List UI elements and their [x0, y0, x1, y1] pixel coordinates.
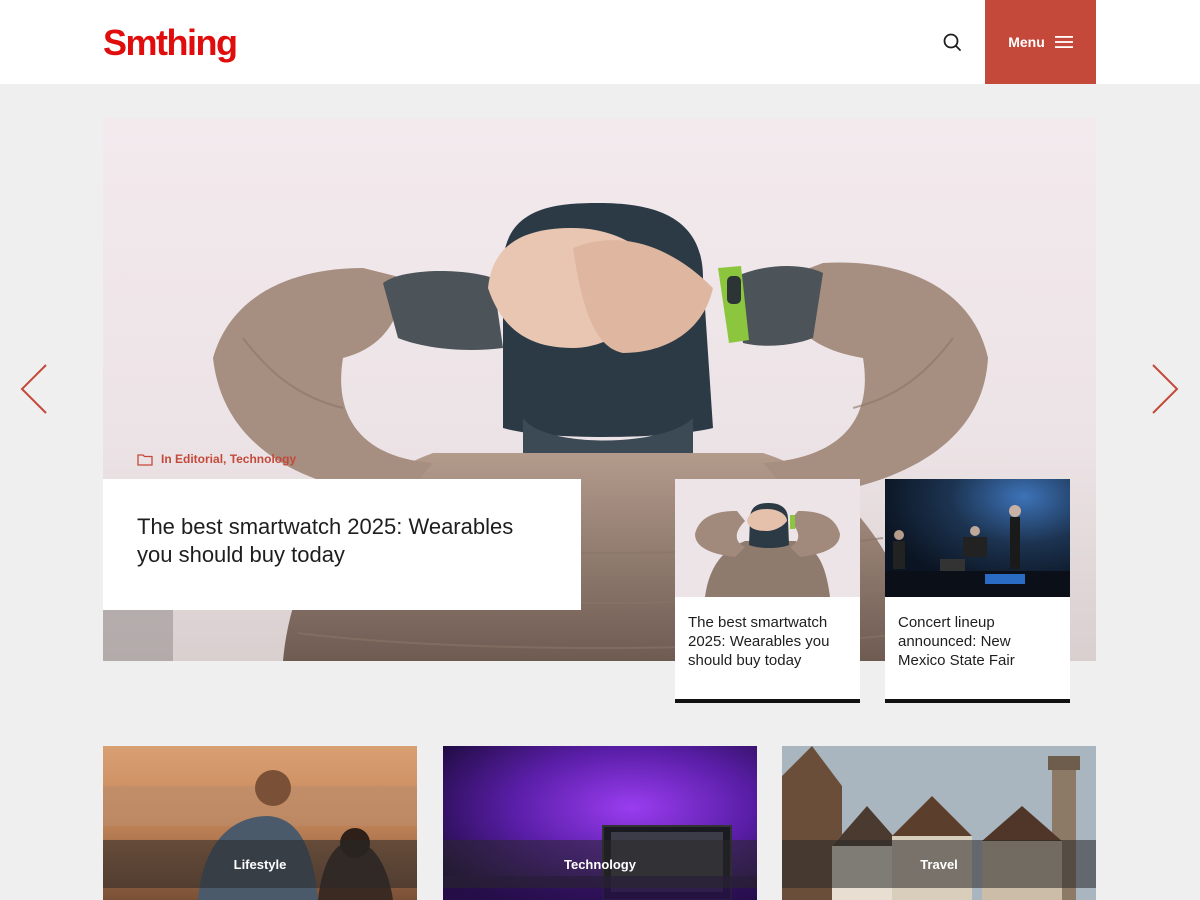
category-tile-travel[interactable]: Travel: [782, 746, 1096, 900]
featured-post-card[interactable]: The best smartwatch 2025: Wearables you …: [103, 479, 581, 610]
slider-prev-button[interactable]: [17, 360, 51, 418]
categories-links[interactable]: Editorial, Technology: [175, 452, 296, 466]
tile-label: Lifestyle: [103, 840, 417, 888]
menu-label: Menu: [1008, 34, 1045, 50]
search-icon: [943, 33, 961, 51]
slider-next-button[interactable]: [1148, 360, 1182, 418]
featured-post-title[interactable]: The best smartwatch 2025: Wearables you …: [137, 513, 547, 569]
slider-thumb-title[interactable]: The best smartwatch 2025: Wearables you …: [675, 597, 860, 670]
slider-thumb-image: [675, 479, 860, 597]
slider-thumb-image: [885, 479, 1070, 597]
categories-prefix: In: [161, 452, 172, 466]
slider-thumb-title[interactable]: Concert lineup announced: New Mexico Sta…: [885, 597, 1070, 670]
search-button[interactable]: [936, 26, 968, 58]
category-tile-lifestyle[interactable]: Lifestyle: [103, 746, 417, 900]
tile-label: Travel: [782, 840, 1096, 888]
slider-thumb-card[interactable]: Concert lineup announced: New Mexico Sta…: [885, 479, 1070, 703]
site-header: Smthing Menu: [0, 0, 1200, 84]
hamburger-icon: [1054, 36, 1073, 48]
chevron-left-icon: [20, 364, 47, 414]
site-logo[interactable]: Smthing: [103, 22, 238, 64]
chevron-right-icon: [1152, 364, 1179, 414]
menu-button[interactable]: Menu: [985, 0, 1096, 84]
folder-icon: [137, 453, 153, 466]
category-tile-technology[interactable]: Technology: [443, 746, 757, 900]
tile-label: Technology: [443, 840, 757, 888]
slider-thumb-card[interactable]: The best smartwatch 2025: Wearables you …: [675, 479, 860, 703]
hero-categories: In Editorial, Technology: [137, 452, 296, 466]
